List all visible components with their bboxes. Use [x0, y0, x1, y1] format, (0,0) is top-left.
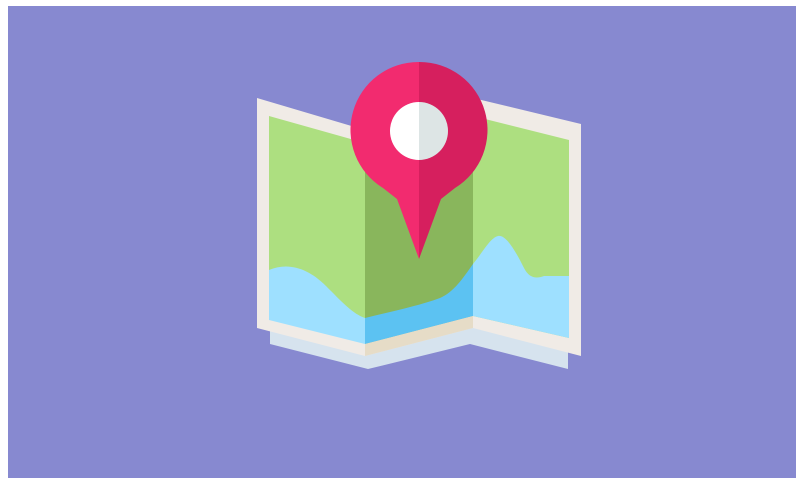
illustration-canvas: [8, 6, 796, 478]
map-location-illustration: [8, 6, 796, 478]
